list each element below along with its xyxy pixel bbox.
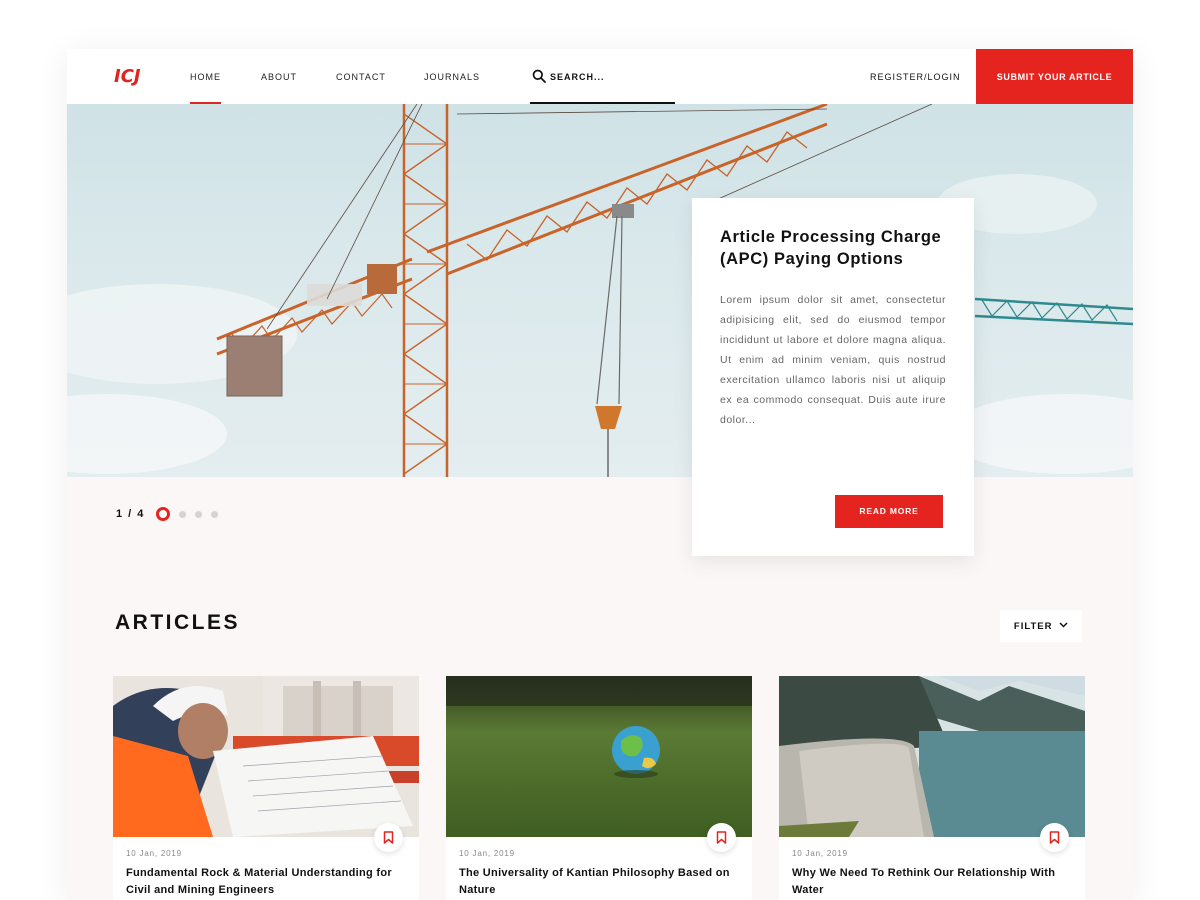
slide-dot-1[interactable] xyxy=(156,507,170,521)
filter-dropdown[interactable]: FILTER xyxy=(1000,610,1082,642)
nav-journals[interactable]: JOURNALS xyxy=(424,49,480,104)
article-image-engineer[interactable] xyxy=(113,676,419,837)
article-card[interactable]: 10 Jan, 2019 The Universality of Kantian… xyxy=(446,676,752,900)
article-date: 10 Jan, 2019 xyxy=(792,849,848,858)
articles-heading: ARTICLES xyxy=(115,611,240,634)
article-image-globe[interactable] xyxy=(446,676,752,837)
hero-title[interactable]: Article Processing Charge (APC) Paying O… xyxy=(720,226,946,270)
slide-dot-4[interactable] xyxy=(211,510,218,518)
filter-label: FILTER xyxy=(1013,621,1053,632)
slide-dot-3[interactable] xyxy=(195,510,202,518)
nav-about[interactable]: ABOUT xyxy=(261,49,297,104)
article-image-dam[interactable] xyxy=(779,676,1085,837)
slider-dots xyxy=(156,507,218,521)
bookmark-icon[interactable] xyxy=(374,823,403,852)
submit-article-button[interactable]: SUBMIT YOUR ARTICLE xyxy=(976,49,1133,104)
register-login-link[interactable]: REGISTER/LOGIN xyxy=(870,49,961,106)
hero-excerpt: Lorem ipsum dolor sit amet, consectetur … xyxy=(720,294,946,426)
read-more-button[interactable]: READ MORE xyxy=(835,495,943,528)
slide-counter: 1 / 4 xyxy=(116,508,145,520)
bookmark-icon[interactable] xyxy=(707,823,736,852)
slide-dot-2[interactable] xyxy=(179,510,186,518)
article-card[interactable]: 10 Jan, 2019 Why We Need To Rethink Our … xyxy=(779,676,1085,900)
article-date: 10 Jan, 2019 xyxy=(459,849,515,858)
article-card[interactable]: 10 Jan, 2019 Fundamental Rock & Material… xyxy=(113,676,419,900)
page-frame: ICJ HOME ABOUT CONTACT JOURNALS REGISTER… xyxy=(67,49,1133,900)
nav-home[interactable]: HOME xyxy=(190,49,221,104)
logo[interactable]: ICJ xyxy=(114,66,141,87)
search-icon[interactable] xyxy=(532,69,546,83)
top-navigation: ICJ HOME ABOUT CONTACT JOURNALS REGISTER… xyxy=(67,49,1133,104)
article-title[interactable]: Why We Need To Rethink Our Relationship … xyxy=(792,865,1072,899)
article-date: 10 Jan, 2019 xyxy=(126,849,182,858)
chevron-down-icon xyxy=(1059,622,1068,628)
article-title[interactable]: Fundamental Rock & Material Understandin… xyxy=(126,865,406,899)
search-bar xyxy=(530,49,675,104)
search-input[interactable] xyxy=(550,68,670,86)
hero-article-card: Article Processing Charge (APC) Paying O… xyxy=(692,198,974,556)
nav-contact[interactable]: CONTACT xyxy=(336,49,386,104)
article-title[interactable]: The Universality of Kantian Philosophy B… xyxy=(459,865,739,899)
bookmark-icon[interactable] xyxy=(1040,823,1069,852)
